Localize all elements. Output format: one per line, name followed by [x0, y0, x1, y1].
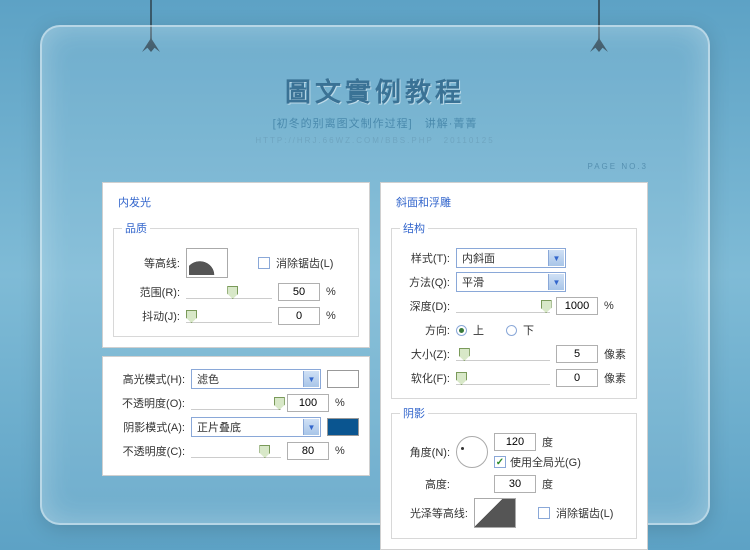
shading-legend: 阴影	[400, 405, 428, 421]
page-title: 圖文實例教程	[42, 72, 708, 109]
hl-opacity-slider[interactable]	[191, 396, 281, 410]
depth-label: 深度(D):	[400, 298, 450, 314]
altitude-unit: 度	[542, 476, 566, 492]
gloss-contour-picker[interactable]	[474, 498, 516, 528]
soften-slider[interactable]	[456, 371, 550, 385]
hl-color-swatch[interactable]	[327, 370, 359, 388]
range-label: 范围(R):	[122, 284, 180, 300]
hl-opacity-input[interactable]	[287, 394, 329, 412]
inner-glow-title: 内发光	[115, 194, 154, 210]
soften-unit: 像素	[604, 370, 628, 386]
contour-picker[interactable]	[186, 248, 228, 278]
style-select[interactable]: 内斜面▼	[456, 248, 566, 268]
direction-up-radio[interactable]	[456, 325, 467, 336]
chevron-down-icon: ▼	[548, 274, 564, 290]
jitter-unit: %	[326, 310, 350, 322]
technique-select[interactable]: 平滑▼	[456, 272, 566, 292]
gloss-antialias-label: 消除锯齿(L)	[556, 505, 613, 521]
depth-input[interactable]	[556, 297, 598, 315]
sh-opacity-input[interactable]	[287, 442, 329, 460]
bevel-title: 斜面和浮雕	[393, 194, 454, 210]
size-input[interactable]	[556, 345, 598, 363]
hl-opacity-label: 不透明度(O):	[113, 395, 185, 411]
shading-group: 阴影 角度(N): 度 ✓ 使用全局光(G)	[391, 405, 637, 539]
direction-label: 方向:	[400, 322, 450, 338]
page-number: PAGE NO.3	[587, 162, 648, 171]
jitter-label: 抖动(J):	[122, 308, 180, 324]
chevron-down-icon: ▼	[303, 419, 319, 435]
contour-label: 等高线:	[122, 255, 180, 271]
direction-down-radio[interactable]	[506, 325, 517, 336]
gloss-antialias-checkbox[interactable]	[538, 507, 550, 519]
glass-frame: 圖文實例教程 [初冬的别离图文制作过程] 讲解·菁菁 HTTP://HRJ.66…	[40, 25, 710, 525]
style-label: 样式(T):	[400, 250, 450, 266]
chevron-down-icon: ▼	[303, 371, 319, 387]
angle-dial[interactable]	[456, 436, 488, 468]
altitude-label: 高度:	[400, 476, 450, 492]
hl-opacity-unit: %	[335, 397, 359, 409]
antialias-label: 消除锯齿(L)	[276, 255, 333, 271]
page-header: 圖文實例教程 [初冬的别离图文制作过程] 讲解·菁菁 HTTP://HRJ.66…	[42, 27, 708, 146]
gloss-label: 光泽等高线:	[400, 505, 468, 521]
structure-group: 结构 样式(T): 内斜面▼ 方法(Q): 平滑▼ 深度(D): %	[391, 220, 637, 399]
sh-opacity-unit: %	[335, 445, 359, 457]
direction-up-label: 上	[473, 322, 484, 338]
chevron-down-icon: ▼	[548, 250, 564, 266]
hl-mode-select[interactable]: 滤色▼	[191, 369, 321, 389]
antialias-checkbox[interactable]	[258, 257, 270, 269]
jitter-slider[interactable]	[186, 309, 272, 323]
size-unit: 像素	[604, 346, 628, 362]
soften-input[interactable]	[556, 369, 598, 387]
global-light-label: 使用全局光(G)	[510, 454, 581, 470]
sh-mode-label: 阴影模式(A):	[113, 419, 185, 435]
size-slider[interactable]	[456, 347, 550, 361]
range-unit: %	[326, 286, 350, 298]
sh-opacity-label: 不透明度(C):	[113, 443, 185, 459]
hl-mode-label: 高光模式(H):	[113, 371, 185, 387]
quality-legend: 品质	[122, 220, 150, 236]
global-light-checkbox[interactable]: ✓	[494, 456, 506, 468]
angle-input[interactable]	[494, 433, 536, 451]
sh-mode-select[interactable]: 正片叠底▼	[191, 417, 321, 437]
range-slider[interactable]	[186, 285, 272, 299]
jitter-input[interactable]	[278, 307, 320, 325]
depth-unit: %	[604, 300, 628, 312]
sh-color-swatch[interactable]	[327, 418, 359, 436]
angle-label: 角度(N):	[400, 444, 450, 460]
range-input[interactable]	[278, 283, 320, 301]
angle-unit: 度	[542, 434, 566, 450]
inner-glow-panel: 内发光 品质 等高线: 消除锯齿(L) 范围(R): %	[102, 182, 370, 348]
direction-down-label: 下	[523, 322, 534, 338]
structure-legend: 结构	[400, 220, 428, 236]
quality-group: 品质 等高线: 消除锯齿(L) 范围(R): %	[113, 220, 359, 337]
page-subtitle: [初冬的别离图文制作过程] 讲解·菁菁	[42, 115, 708, 131]
page-url: HTTP://HRJ.66WZ.COM/BBS.PHP 20110125	[42, 135, 708, 146]
altitude-input[interactable]	[494, 475, 536, 493]
highlight-shadow-panel: 高光模式(H): 滤色▼ 不透明度(O): % 阴影模式(A): 正片叠底▼ 不…	[102, 356, 370, 476]
sh-opacity-slider[interactable]	[191, 444, 281, 458]
depth-slider[interactable]	[456, 299, 550, 313]
soften-label: 软化(F):	[400, 370, 450, 386]
technique-label: 方法(Q):	[400, 274, 450, 290]
bevel-panel: 斜面和浮雕 结构 样式(T): 内斜面▼ 方法(Q): 平滑▼ 深度(D):	[380, 182, 648, 550]
size-label: 大小(Z):	[400, 346, 450, 362]
